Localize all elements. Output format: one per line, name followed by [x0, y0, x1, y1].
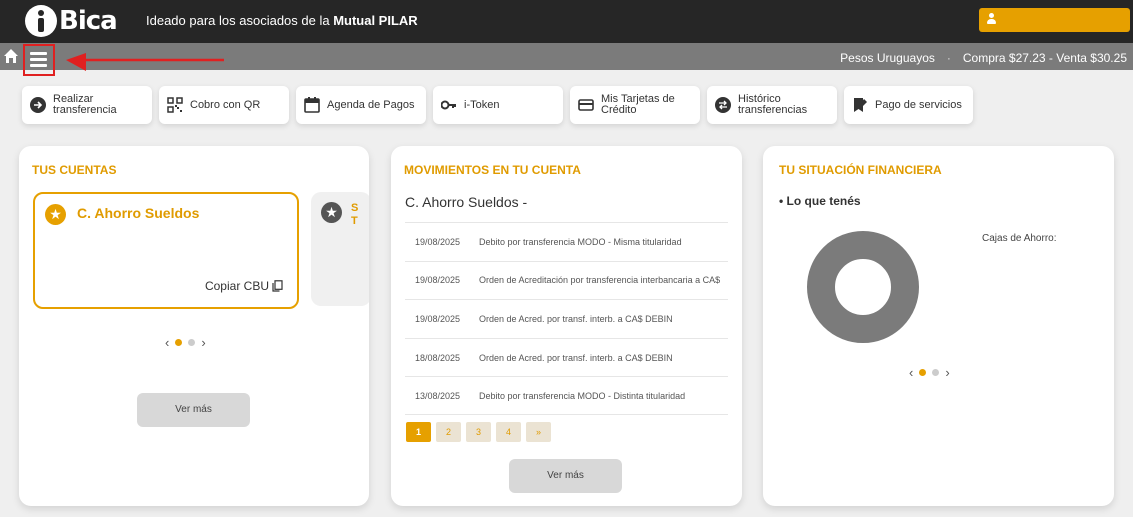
menu-line-icon: [30, 52, 47, 55]
bica-logo[interactable]: Bica: [25, 5, 118, 37]
movements-pagination: 1 2 3 4 »: [406, 422, 551, 442]
movements-title: MOVIMIENTOS EN TU CUENTA: [404, 163, 581, 177]
finance-title: TU SITUACIÓN FINANCIERA: [779, 163, 942, 177]
logo-info-icon: [25, 5, 57, 37]
chevron-right-icon[interactable]: ›: [945, 365, 949, 380]
page-button-4[interactable]: 4: [496, 422, 521, 442]
donut-legend-label: Cajas de Ahorro:: [982, 233, 1057, 244]
movement-description: Orden de Acred. por transf. interb. a CA…: [479, 352, 673, 363]
quick-action-label: Cobro con QR: [190, 98, 261, 111]
annotation-arrow: [66, 53, 224, 71]
receipt-icon: [854, 98, 867, 112]
movement-row[interactable]: 18/08/2025 Orden de Acred. por transf. i…: [405, 337, 728, 377]
quick-action-label: Agenda de Pagos: [327, 98, 415, 111]
quick-action-label: Histórico transferencias: [738, 93, 808, 116]
carousel-dot[interactable]: [932, 369, 940, 376]
currency-name: Pesos Uruguayos: [840, 51, 935, 65]
finance-subtitle: • Lo que tenés: [779, 194, 861, 208]
finance-carousel-pager: ‹ ›: [909, 365, 950, 380]
currency-separator: ·: [946, 51, 951, 65]
top-header: Bica Ideado para los asociados de la Mut…: [0, 0, 1133, 43]
copy-cbu-button[interactable]: Copiar CBU: [205, 279, 283, 293]
page-button-3[interactable]: 3: [466, 422, 491, 442]
account-name-peek: S T: [351, 202, 359, 227]
account-card-secondary[interactable]: ★ S T: [311, 192, 369, 306]
movement-description: Debito por transferencia MODO - Misma ti…: [479, 236, 682, 247]
movement-row[interactable]: 19/08/2025 Orden de Acreditación por tra…: [405, 260, 728, 300]
movement-row[interactable]: 13/08/2025 Debito por transferencia MODO…: [405, 376, 728, 415]
movement-description: Orden de Acred. por transf. interb. a CA…: [479, 313, 673, 324]
tagline-prefix: Ideado para los asociados de la: [146, 13, 334, 28]
user-menu-button[interactable]: [979, 8, 1130, 32]
hamburger-menu-button[interactable]: [23, 44, 55, 76]
star-icon: ★: [45, 204, 66, 225]
transfer-icon: [30, 97, 46, 113]
quick-action-transfer[interactable]: Realizar transferencia: [22, 86, 152, 124]
movements-ver-mas-button[interactable]: Ver más: [509, 459, 622, 493]
movement-date: 19/08/2025: [415, 313, 461, 324]
movements-card: MOVIMIENTOS EN TU CUENTA C. Ahorro Sueld…: [391, 146, 742, 506]
carousel-dot[interactable]: [188, 339, 196, 346]
copy-icon: [272, 280, 283, 292]
quick-action-itoken[interactable]: i-Token: [433, 86, 563, 124]
quick-action-history[interactable]: Histórico transferencias: [707, 86, 837, 124]
currency-rates: Pesos Uruguayos · Compra $27.23 - Venta …: [840, 51, 1127, 65]
chevron-left-icon[interactable]: ‹: [165, 335, 169, 350]
quick-action-services[interactable]: Pago de servicios: [844, 86, 973, 124]
history-icon: [715, 97, 731, 113]
accounts-card: TUS CUENTAS ★ C. Ahorro Sueldos Copiar C…: [19, 146, 369, 506]
quick-action-label: Pago de servicios: [875, 98, 962, 111]
tagline: Ideado para los asociados de la Mutual P…: [146, 13, 418, 28]
finance-card: TU SITUACIÓN FINANCIERA • Lo que tenés C…: [763, 146, 1114, 506]
qr-icon: [167, 97, 183, 113]
home-icon[interactable]: [3, 47, 19, 65]
page-button-2[interactable]: 2: [436, 422, 461, 442]
quick-action-qr[interactable]: Cobro con QR: [159, 86, 289, 124]
credit-card-icon: [578, 99, 594, 111]
account-card-primary[interactable]: ★ C. Ahorro Sueldos Copiar CBU: [33, 192, 299, 309]
movement-row[interactable]: 19/08/2025 Orden de Acred. por transf. i…: [405, 299, 728, 338]
logo-text: Bica: [59, 6, 118, 36]
movements-list: 19/08/2025 Debito por transferencia MODO…: [405, 222, 728, 415]
movement-date: 19/08/2025: [415, 275, 461, 286]
exchange-rates: Compra $27.23 - Venta $30.25: [962, 51, 1127, 65]
carousel-dot[interactable]: [175, 339, 183, 346]
quick-action-agenda[interactable]: Agenda de Pagos: [296, 86, 426, 124]
movement-date: 19/08/2025: [415, 236, 461, 247]
quick-action-label: i-Token: [464, 98, 500, 111]
page-next-button[interactable]: »: [526, 422, 551, 442]
quick-action-credit-cards[interactable]: Mis Tarjetas de Crédito: [570, 86, 700, 124]
movement-date: 13/08/2025: [415, 390, 461, 401]
movement-date: 18/08/2025: [415, 352, 461, 363]
copy-cbu-label: Copiar CBU: [204, 279, 269, 293]
account-name: C. Ahorro Sueldos: [77, 205, 200, 221]
movement-row[interactable]: 19/08/2025 Debito por transferencia MODO…: [405, 222, 728, 261]
accounts-title: TUS CUENTAS: [32, 163, 117, 177]
quick-action-label: Realizar transferencia: [53, 93, 117, 116]
movement-description: Orden de Acreditación por transferencia …: [479, 275, 721, 286]
accounts-ver-mas-button[interactable]: Ver más: [137, 393, 250, 427]
carousel-dot[interactable]: [919, 369, 927, 376]
quick-action-label: Mis Tarjetas de Crédito: [601, 93, 675, 116]
calendar-icon: [304, 97, 320, 113]
chevron-right-icon[interactable]: ›: [201, 335, 205, 350]
movements-account: C. Ahorro Sueldos -: [405, 194, 528, 210]
movement-description: Debito por transferencia MODO - Distinta…: [479, 390, 686, 401]
accounts-carousel-pager: ‹ ›: [165, 335, 206, 350]
page-button-1[interactable]: 1: [406, 422, 431, 442]
menu-line-icon: [30, 64, 47, 67]
user-icon: [987, 13, 996, 25]
chevron-left-icon[interactable]: ‹: [909, 365, 913, 380]
key-icon: [441, 100, 456, 110]
menu-line-icon: [30, 58, 47, 61]
tagline-mutual: Mutual PILAR: [333, 13, 418, 28]
star-icon: ★: [321, 202, 342, 223]
assets-donut-chart[interactable]: [807, 231, 919, 343]
